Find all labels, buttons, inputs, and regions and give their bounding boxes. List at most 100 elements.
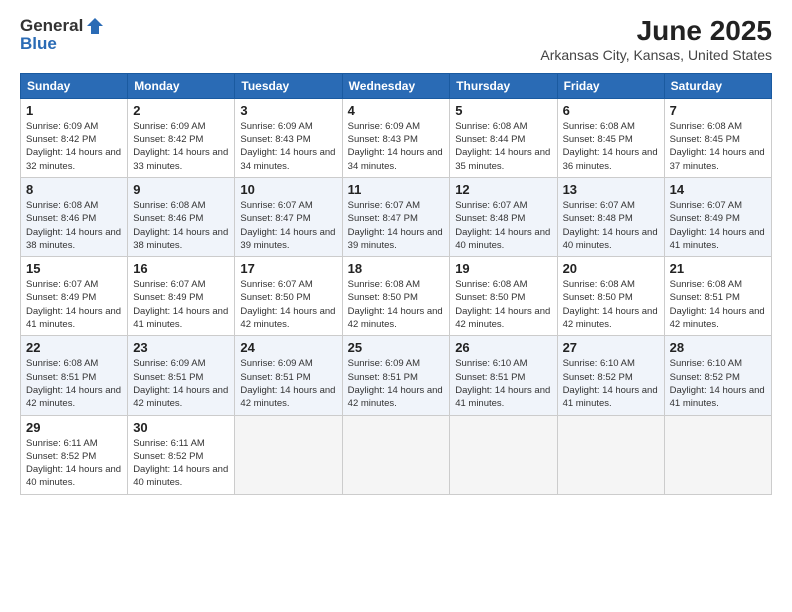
calendar-cell (342, 415, 450, 494)
day-info: Sunrise: 6:10 AM Sunset: 8:52 PM Dayligh… (563, 357, 659, 410)
day-number: 9 (133, 182, 229, 197)
calendar-cell: 3 Sunrise: 6:09 AM Sunset: 8:43 PM Dayli… (235, 98, 342, 177)
header-wednesday: Wednesday (342, 73, 450, 98)
header-friday: Friday (557, 73, 664, 98)
title-block: June 2025 Arkansas City, Kansas, United … (540, 16, 772, 63)
day-info: Sunrise: 6:09 AM Sunset: 8:51 PM Dayligh… (348, 357, 445, 410)
calendar-cell: 15 Sunrise: 6:07 AM Sunset: 8:49 PM Dayl… (21, 257, 128, 336)
day-number: 30 (133, 420, 229, 435)
day-number: 11 (348, 182, 445, 197)
day-info: Sunrise: 6:08 AM Sunset: 8:45 PM Dayligh… (670, 120, 766, 173)
day-number: 20 (563, 261, 659, 276)
header: General Blue June 2025 Arkansas City, Ka… (20, 16, 772, 63)
day-info: Sunrise: 6:07 AM Sunset: 8:48 PM Dayligh… (563, 199, 659, 252)
calendar-cell: 13 Sunrise: 6:07 AM Sunset: 8:48 PM Dayl… (557, 177, 664, 256)
day-info: Sunrise: 6:07 AM Sunset: 8:49 PM Dayligh… (133, 278, 229, 331)
calendar-cell: 26 Sunrise: 6:10 AM Sunset: 8:51 PM Dayl… (450, 336, 557, 415)
calendar-cell: 25 Sunrise: 6:09 AM Sunset: 8:51 PM Dayl… (342, 336, 450, 415)
day-number: 12 (455, 182, 551, 197)
calendar-table: Sunday Monday Tuesday Wednesday Thursday… (20, 73, 772, 495)
day-number: 6 (563, 103, 659, 118)
calendar-cell: 18 Sunrise: 6:08 AM Sunset: 8:50 PM Dayl… (342, 257, 450, 336)
day-info: Sunrise: 6:08 AM Sunset: 8:46 PM Dayligh… (26, 199, 122, 252)
day-info: Sunrise: 6:11 AM Sunset: 8:52 PM Dayligh… (133, 437, 229, 490)
calendar-week-row: 22 Sunrise: 6:08 AM Sunset: 8:51 PM Dayl… (21, 336, 772, 415)
day-number: 16 (133, 261, 229, 276)
calendar-week-row: 8 Sunrise: 6:08 AM Sunset: 8:46 PM Dayli… (21, 177, 772, 256)
day-number: 10 (240, 182, 336, 197)
day-number: 2 (133, 103, 229, 118)
day-number: 15 (26, 261, 122, 276)
calendar-cell: 6 Sunrise: 6:08 AM Sunset: 8:45 PM Dayli… (557, 98, 664, 177)
day-number: 1 (26, 103, 122, 118)
calendar-cell: 28 Sunrise: 6:10 AM Sunset: 8:52 PM Dayl… (664, 336, 771, 415)
day-number: 18 (348, 261, 445, 276)
day-number: 17 (240, 261, 336, 276)
day-info: Sunrise: 6:08 AM Sunset: 8:50 PM Dayligh… (348, 278, 445, 331)
day-number: 27 (563, 340, 659, 355)
day-info: Sunrise: 6:08 AM Sunset: 8:50 PM Dayligh… (563, 278, 659, 331)
calendar-cell: 9 Sunrise: 6:08 AM Sunset: 8:46 PM Dayli… (128, 177, 235, 256)
calendar-week-row: 15 Sunrise: 6:07 AM Sunset: 8:49 PM Dayl… (21, 257, 772, 336)
day-number: 5 (455, 103, 551, 118)
day-info: Sunrise: 6:09 AM Sunset: 8:42 PM Dayligh… (133, 120, 229, 173)
calendar-cell (235, 415, 342, 494)
calendar-cell (557, 415, 664, 494)
day-info: Sunrise: 6:09 AM Sunset: 8:42 PM Dayligh… (26, 120, 122, 173)
day-number: 21 (670, 261, 766, 276)
day-info: Sunrise: 6:09 AM Sunset: 8:43 PM Dayligh… (348, 120, 445, 173)
day-number: 26 (455, 340, 551, 355)
calendar-cell: 11 Sunrise: 6:07 AM Sunset: 8:47 PM Dayl… (342, 177, 450, 256)
logo: General Blue (20, 16, 105, 54)
calendar-cell: 30 Sunrise: 6:11 AM Sunset: 8:52 PM Dayl… (128, 415, 235, 494)
calendar-cell: 24 Sunrise: 6:09 AM Sunset: 8:51 PM Dayl… (235, 336, 342, 415)
day-number: 14 (670, 182, 766, 197)
header-row: Sunday Monday Tuesday Wednesday Thursday… (21, 73, 772, 98)
calendar-cell: 14 Sunrise: 6:07 AM Sunset: 8:49 PM Dayl… (664, 177, 771, 256)
calendar-cell: 23 Sunrise: 6:09 AM Sunset: 8:51 PM Dayl… (128, 336, 235, 415)
day-number: 22 (26, 340, 122, 355)
day-info: Sunrise: 6:10 AM Sunset: 8:52 PM Dayligh… (670, 357, 766, 410)
day-info: Sunrise: 6:11 AM Sunset: 8:52 PM Dayligh… (26, 437, 122, 490)
page: General Blue June 2025 Arkansas City, Ka… (0, 0, 792, 612)
logo-icon (85, 16, 105, 36)
day-info: Sunrise: 6:07 AM Sunset: 8:47 PM Dayligh… (348, 199, 445, 252)
calendar-cell: 10 Sunrise: 6:07 AM Sunset: 8:47 PM Dayl… (235, 177, 342, 256)
calendar-week-row: 1 Sunrise: 6:09 AM Sunset: 8:42 PM Dayli… (21, 98, 772, 177)
day-info: Sunrise: 6:09 AM Sunset: 8:43 PM Dayligh… (240, 120, 336, 173)
day-info: Sunrise: 6:08 AM Sunset: 8:45 PM Dayligh… (563, 120, 659, 173)
calendar-cell: 7 Sunrise: 6:08 AM Sunset: 8:45 PM Dayli… (664, 98, 771, 177)
day-info: Sunrise: 6:10 AM Sunset: 8:51 PM Dayligh… (455, 357, 551, 410)
calendar-cell: 12 Sunrise: 6:07 AM Sunset: 8:48 PM Dayl… (450, 177, 557, 256)
calendar-cell (664, 415, 771, 494)
day-number: 13 (563, 182, 659, 197)
calendar-cell: 1 Sunrise: 6:09 AM Sunset: 8:42 PM Dayli… (21, 98, 128, 177)
header-monday: Monday (128, 73, 235, 98)
calendar-cell: 4 Sunrise: 6:09 AM Sunset: 8:43 PM Dayli… (342, 98, 450, 177)
day-number: 23 (133, 340, 229, 355)
day-info: Sunrise: 6:08 AM Sunset: 8:51 PM Dayligh… (670, 278, 766, 331)
day-info: Sunrise: 6:07 AM Sunset: 8:49 PM Dayligh… (670, 199, 766, 252)
calendar-subtitle: Arkansas City, Kansas, United States (540, 47, 772, 63)
day-number: 4 (348, 103, 445, 118)
header-sunday: Sunday (21, 73, 128, 98)
day-number: 24 (240, 340, 336, 355)
calendar-cell: 21 Sunrise: 6:08 AM Sunset: 8:51 PM Dayl… (664, 257, 771, 336)
calendar-cell: 17 Sunrise: 6:07 AM Sunset: 8:50 PM Dayl… (235, 257, 342, 336)
calendar-cell: 29 Sunrise: 6:11 AM Sunset: 8:52 PM Dayl… (21, 415, 128, 494)
day-info: Sunrise: 6:07 AM Sunset: 8:48 PM Dayligh… (455, 199, 551, 252)
day-number: 28 (670, 340, 766, 355)
day-info: Sunrise: 6:07 AM Sunset: 8:49 PM Dayligh… (26, 278, 122, 331)
calendar-cell: 8 Sunrise: 6:08 AM Sunset: 8:46 PM Dayli… (21, 177, 128, 256)
day-number: 3 (240, 103, 336, 118)
day-info: Sunrise: 6:09 AM Sunset: 8:51 PM Dayligh… (240, 357, 336, 410)
calendar-cell (450, 415, 557, 494)
header-thursday: Thursday (450, 73, 557, 98)
day-info: Sunrise: 6:08 AM Sunset: 8:50 PM Dayligh… (455, 278, 551, 331)
logo-general-text: General (20, 16, 83, 36)
day-number: 19 (455, 261, 551, 276)
day-number: 8 (26, 182, 122, 197)
day-info: Sunrise: 6:09 AM Sunset: 8:51 PM Dayligh… (133, 357, 229, 410)
calendar-cell: 19 Sunrise: 6:08 AM Sunset: 8:50 PM Dayl… (450, 257, 557, 336)
day-info: Sunrise: 6:07 AM Sunset: 8:47 PM Dayligh… (240, 199, 336, 252)
